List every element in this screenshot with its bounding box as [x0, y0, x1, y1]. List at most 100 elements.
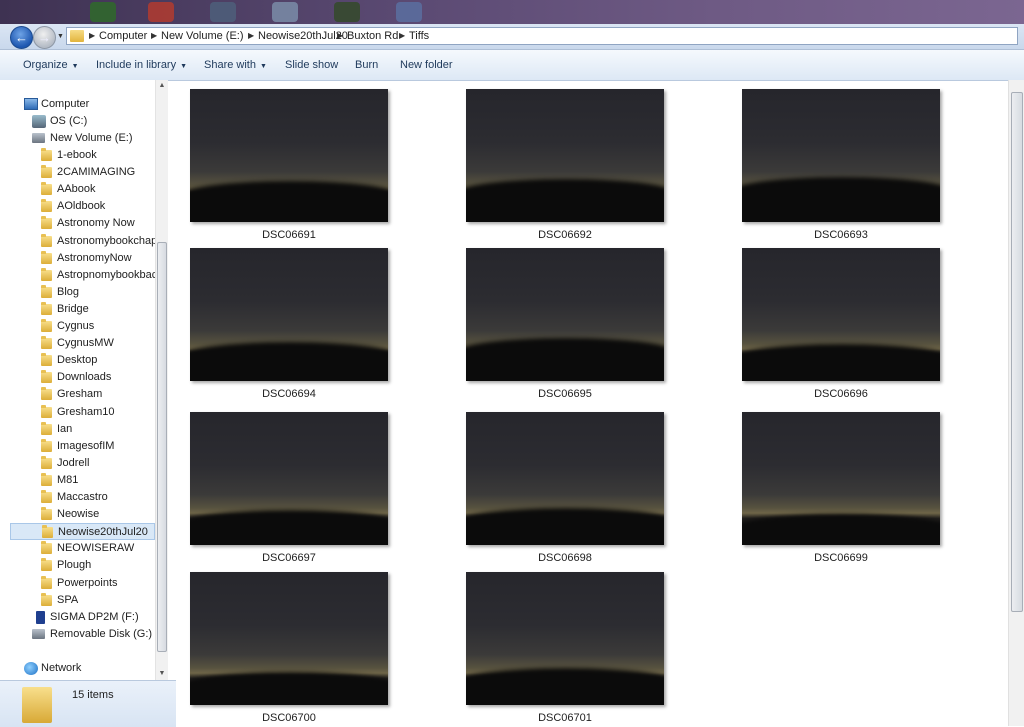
file-name-label[interactable]: DSC06692 [466, 229, 664, 241]
sidebar-item-folder[interactable]: NEOWISERAW [40, 540, 134, 557]
image-thumbnail[interactable] [190, 572, 388, 705]
taskbar-app-icon[interactable] [334, 2, 360, 22]
image-thumbnail[interactable] [190, 89, 388, 222]
image-thumbnail[interactable] [742, 412, 940, 545]
sidebar-item-folder[interactable]: Gresham [40, 386, 102, 403]
sidebar-item-folder[interactable]: 2CAMIMAGING [40, 164, 135, 181]
folder-icon [41, 473, 52, 486]
breadcrumb-new-volume[interactable]: New Volume (E:) [161, 28, 244, 44]
include-in-library-button[interactable]: Include in library ▼ [96, 50, 187, 80]
image-thumbnail[interactable] [742, 89, 940, 222]
scroll-up-arrow[interactable]: ▲ [156, 80, 168, 92]
chevron-down-icon: ▼ [71, 63, 79, 70]
sidebar-item-folder[interactable]: Ian [40, 421, 72, 438]
nav-network[interactable]: Network [24, 660, 81, 677]
file-name-label[interactable]: DSC06698 [466, 552, 664, 564]
sidebar-item-folder[interactable]: Powerpoints [40, 575, 118, 592]
sidebar-item-folder[interactable]: AOldbook [40, 198, 105, 215]
sidebar-item-label: Astronomy Now [57, 217, 135, 229]
forward-arrow-icon: → [38, 30, 51, 45]
sidebar-item-folder[interactable]: Blog [40, 284, 79, 301]
sidebar-item-folder[interactable]: Astronomy Now [40, 215, 135, 232]
file-name-label[interactable]: DSC06700 [190, 712, 388, 724]
image-thumbnail[interactable] [190, 248, 388, 381]
organize-button[interactable]: Organize ▼ [23, 50, 79, 80]
file-name-label[interactable]: DSC06695 [466, 388, 664, 400]
breadcrumb[interactable]: ▶ Computer ▶ New Volume (E:) ▶ Neowise20… [66, 27, 1018, 45]
share-with-button[interactable]: Share with ▼ [204, 50, 267, 80]
sidebar-item-folder[interactable]: Plough [40, 557, 91, 574]
sidebar-item-folder[interactable]: Gresham10 [40, 404, 114, 421]
sidebar-item-folder[interactable]: Neowise20thJul20 [10, 523, 155, 540]
image-thumbnail[interactable] [466, 572, 664, 705]
details-pane: 15 items [0, 680, 176, 727]
content-scrollbar[interactable] [1008, 80, 1024, 726]
nav-scrollbar-thumb[interactable] [157, 242, 167, 652]
sidebar-item-folder[interactable]: Desktop [40, 352, 97, 369]
sidebar-item-label: 1-ebook [57, 149, 97, 161]
sidebar-item-label: Cygnus [57, 320, 95, 332]
image-thumbnail[interactable] [742, 248, 940, 381]
breadcrumb-separator[interactable]: ▶ [399, 28, 405, 44]
recent-pages-dropdown[interactable]: ▼ [57, 33, 64, 40]
nav-sigma-f[interactable]: SIGMA DP2M (F:) [36, 609, 139, 626]
sidebar-item-folder[interactable]: Downloads [40, 369, 111, 386]
file-name-label[interactable]: DSC06699 [742, 552, 940, 564]
taskbar-app-icon[interactable] [210, 2, 236, 22]
sidebar-item-label: Neowise [57, 508, 100, 520]
back-button[interactable]: ← [10, 26, 33, 49]
nav-computer[interactable]: Computer [24, 96, 89, 113]
sidebar-item-folder[interactable]: Cygnus [40, 318, 94, 335]
nav-new-volume-e[interactable]: New Volume (E:) [32, 130, 133, 147]
sidebar-item-folder[interactable]: M81 [40, 472, 78, 489]
breadcrumb-separator[interactable]: ▶ [89, 28, 95, 44]
sidebar-item-folder[interactable]: Astronomybookchapt [40, 233, 160, 250]
new-folder-button[interactable]: New folder [400, 50, 453, 80]
image-thumbnail[interactable] [190, 412, 388, 545]
nav-os-c[interactable]: OS (C:) [32, 113, 87, 130]
sidebar-item-folder[interactable]: Jodrell [40, 455, 89, 472]
breadcrumb-buxton-rd[interactable]: Buxton Rd [347, 28, 398, 44]
file-name-label[interactable]: DSC06701 [466, 712, 664, 724]
file-name-label[interactable]: DSC06691 [190, 229, 388, 241]
slide-show-button[interactable]: Slide show [285, 50, 338, 80]
sidebar-item-folder[interactable]: ImagesofIM [40, 438, 114, 455]
image-thumbnail[interactable] [466, 248, 664, 381]
taskbar-app-icon[interactable] [396, 2, 422, 22]
breadcrumb-neowise[interactable]: Neowise20thJul20 [258, 28, 348, 44]
sidebar-item-folder[interactable]: AstronomyNow [40, 250, 132, 267]
image-thumbnail[interactable] [466, 89, 664, 222]
sidebar-item-folder[interactable]: Maccastro [40, 489, 108, 506]
sidebar-item-folder[interactable]: SPA [40, 592, 78, 609]
nav-sigma-label: SIGMA DP2M (F:) [50, 611, 139, 623]
taskbar-app-icon[interactable] [90, 2, 116, 22]
sidebar-item-folder[interactable]: Neowise [40, 506, 99, 523]
taskbar-app-icon[interactable] [272, 2, 298, 22]
taskbar-app-icon[interactable] [148, 2, 174, 22]
folder-icon [41, 490, 52, 503]
sidebar-item-folder[interactable]: AAbook [40, 181, 96, 198]
image-thumbnail[interactable] [466, 412, 664, 545]
burn-button[interactable]: Burn [355, 50, 378, 80]
breadcrumb-separator[interactable]: ▶ [151, 28, 157, 44]
forward-button[interactable]: → [33, 26, 56, 49]
content-scrollbar-thumb[interactable] [1011, 92, 1023, 612]
scroll-down-arrow[interactable]: ▼ [156, 668, 168, 680]
file-name-label[interactable]: DSC06694 [190, 388, 388, 400]
breadcrumb-separator[interactable]: ▶ [337, 28, 343, 44]
nav-removable-g[interactable]: Removable Disk (G:) [32, 626, 152, 643]
sidebar-item-folder[interactable]: Astropnomybookback [40, 267, 163, 284]
breadcrumb-separator[interactable]: ▶ [248, 28, 254, 44]
file-name-label[interactable]: DSC06693 [742, 229, 940, 241]
nav-scrollbar[interactable]: ▲ ▼ [155, 80, 168, 680]
nav-new-volume-label: New Volume (E:) [50, 132, 133, 144]
sidebar-item-folder[interactable]: 1-ebook [40, 147, 97, 164]
breadcrumb-tiffs[interactable]: Tiffs [409, 28, 429, 44]
file-name-label[interactable]: DSC06697 [190, 552, 388, 564]
thumbnail-horizon [190, 342, 388, 381]
sidebar-item-folder[interactable]: CygnusMW [40, 335, 114, 352]
sidebar-item-folder[interactable]: Bridge [40, 301, 89, 318]
breadcrumb-computer[interactable]: Computer [99, 28, 147, 44]
nav-computer-label: Computer [41, 98, 90, 110]
file-name-label[interactable]: DSC06696 [742, 388, 940, 400]
